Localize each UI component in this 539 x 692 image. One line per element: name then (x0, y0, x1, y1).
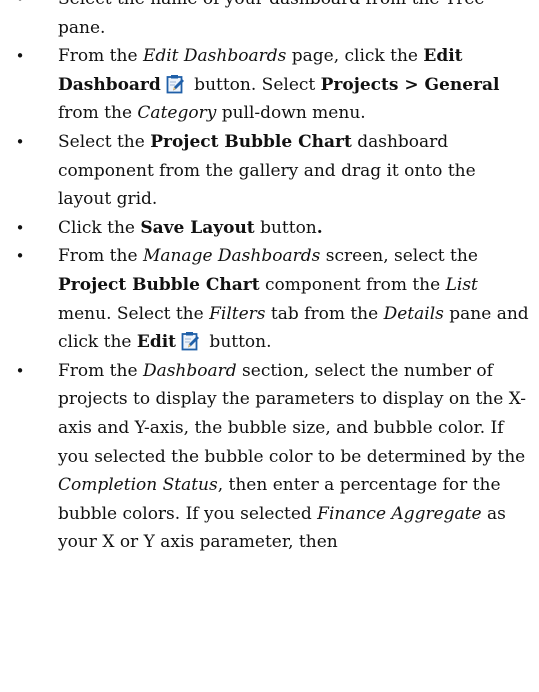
bullet: • (10, 0, 30, 14)
step-text: button. (204, 332, 272, 353)
step-text: From the (58, 246, 143, 267)
component-name: Project Bubble Chart (58, 274, 260, 295)
step-text: Click the (58, 217, 141, 238)
list-item: • Select the name of your dashboard from… (0, 0, 539, 42)
step-text: component from the (259, 274, 446, 295)
menu-path: Projects > General (320, 74, 500, 95)
instruction-list: • Select the name of your dashboard from… (0, 0, 539, 557)
button-name: Save Layout (140, 217, 255, 238)
document-page: • Select the name of your dashboard from… (0, 0, 539, 557)
edit-icon (181, 331, 200, 351)
step-text: From the (58, 360, 143, 381)
edit-icon (166, 74, 185, 94)
page-name: Edit Dashboards (142, 46, 287, 67)
list-item: • Select the Project Bubble Chart dashbo… (0, 128, 539, 214)
step-text: Select the name of your dashboard from t… (58, 0, 485, 38)
option-name: Completion Status (58, 475, 218, 496)
step-text: page, click the (286, 46, 424, 67)
menu-name: List (445, 274, 478, 295)
tab-name: Filters (209, 303, 266, 324)
button-name: Edit (136, 332, 177, 353)
period: . (316, 217, 323, 238)
section-name: Dashboard (142, 360, 237, 381)
step-text: from the (58, 103, 138, 124)
bullet: • (15, 132, 25, 151)
list-item: • From the Dashboard section, select the… (0, 357, 539, 557)
bullet: • (15, 47, 25, 66)
step-text: pull-down menu. (216, 103, 366, 124)
component-name: Project Bubble Chart (150, 131, 352, 152)
menu-name: Category (137, 103, 217, 124)
bullet: • (15, 218, 25, 237)
pane-name: Details (383, 303, 444, 324)
step-text: button. Select (188, 74, 321, 95)
bullet: • (15, 247, 25, 266)
step-text: Select the (58, 131, 151, 152)
screen-name: Manage Dashboards (142, 246, 321, 267)
bullet: • (15, 361, 25, 380)
option-name: Finance Aggregate (317, 503, 482, 524)
list-item: • From the Edit Dashboards page, click t… (0, 42, 539, 128)
step-text: button (254, 217, 317, 238)
list-item: • From the Manage Dashboards screen, sel… (0, 242, 539, 356)
step-text: menu. Select the (58, 303, 210, 324)
step-text: tab from the (265, 303, 384, 324)
step-text: From the (58, 46, 143, 67)
step-text: screen, select the (320, 246, 478, 267)
list-item: • Click the Save Layout button. (0, 214, 539, 243)
